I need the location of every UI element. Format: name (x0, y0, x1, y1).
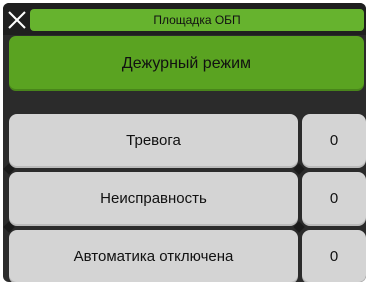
alarm-count[interactable]: 0 (302, 114, 366, 168)
page-title: Площадка ОБП (30, 9, 364, 31)
automation-disabled-count[interactable]: 0 (302, 230, 366, 282)
control-panel: Площадка ОБП Дежурный режим Тревога 0 Не… (3, 3, 366, 282)
close-button[interactable] (7, 10, 27, 30)
close-icon (8, 11, 26, 29)
automation-disabled-button[interactable]: Автоматика отключена (9, 230, 298, 282)
fault-button[interactable]: Неисправность (9, 172, 298, 226)
alarm-button[interactable]: Тревога (9, 114, 298, 168)
fault-count[interactable]: 0 (302, 172, 366, 226)
duty-mode-button[interactable]: Дежурный режим (9, 36, 364, 91)
